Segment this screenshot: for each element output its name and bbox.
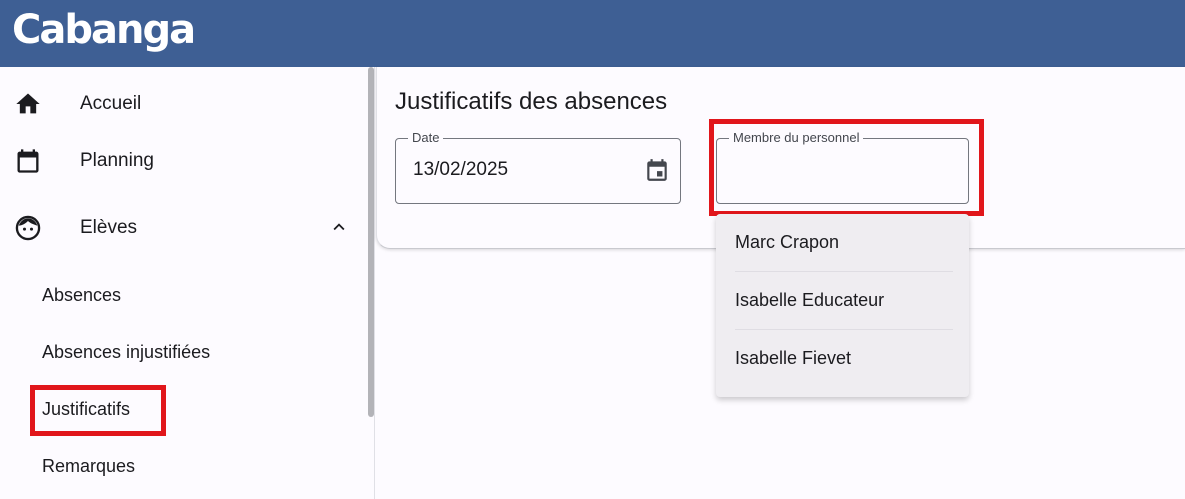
dropdown-option[interactable]: Marc Crapon — [716, 214, 969, 272]
date-field-label: Date — [408, 130, 444, 146]
chevron-up-icon[interactable] — [328, 216, 350, 238]
highlight-justificatifs — [30, 385, 166, 436]
sidebar-item-label: Absences injustifiées — [42, 342, 211, 362]
home-icon — [16, 93, 40, 114]
child-face-icon — [15, 215, 41, 241]
date-field-value[interactable]: 13/02/2025 — [413, 159, 508, 181]
sidebar-item-planning[interactable]: Planning — [0, 137, 365, 185]
staff-member-dropdown: Marc Crapon Isabelle Educateur Isabelle … — [716, 214, 969, 397]
app-header: Cabanga — [0, 0, 1185, 67]
calendar-icon — [17, 149, 39, 173]
dropdown-option-label: Isabelle Fievet — [735, 348, 852, 368]
dropdown-option-label: Isabelle Educateur — [735, 290, 885, 310]
date-field[interactable]: Date 13/02/2025 — [395, 130, 681, 204]
dropdown-option[interactable]: Isabelle Educateur — [716, 272, 969, 330]
page-title: Justificatifs des absences — [395, 88, 668, 115]
sidebar-item-label: Planning — [80, 150, 154, 171]
dropdown-option[interactable]: Isabelle Fievet — [716, 330, 969, 388]
app-logo[interactable]: Cabanga — [12, 4, 196, 56]
sidebar-item-label: Accueil — [80, 93, 142, 114]
sidebar-item-accueil[interactable]: Accueil — [0, 80, 365, 128]
sidebar-item-label: Remarques — [42, 456, 136, 476]
highlight-staff-member-field — [709, 119, 984, 216]
calendar-icon[interactable] — [644, 157, 670, 183]
sidebar-scrollbar[interactable] — [368, 67, 374, 417]
sidebar-item-label: Elèves — [80, 217, 138, 238]
sidebar-item-label: Absences — [42, 285, 122, 305]
sidebar-item-eleves[interactable]: Elèves — [0, 204, 365, 252]
sidebar-item-remarques[interactable]: Remarques — [0, 445, 365, 489]
sidebar-item-absences[interactable]: Absences — [0, 274, 365, 318]
dropdown-option-label: Marc Crapon — [735, 232, 840, 252]
sidebar-item-absences-injustifiees[interactable]: Absences injustifiées — [0, 331, 365, 375]
